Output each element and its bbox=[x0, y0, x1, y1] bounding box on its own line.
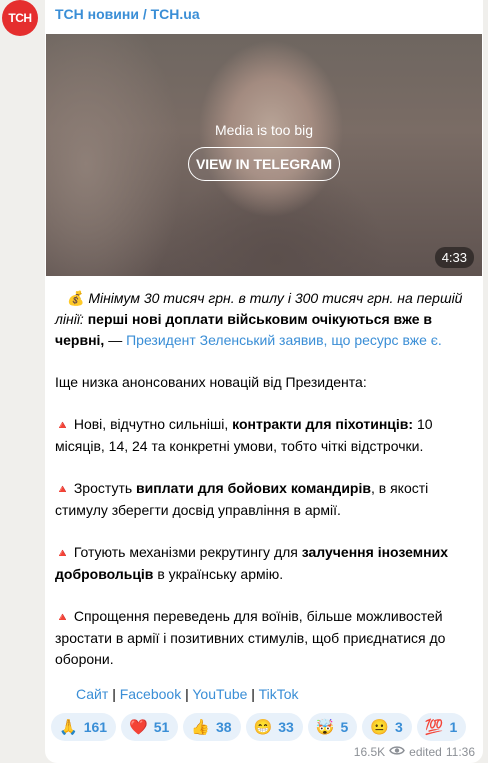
hundred-icon: 💯 bbox=[424, 719, 444, 736]
list-item: 🔺 Спрощення переведень для воїнів, більш… bbox=[55, 606, 473, 670]
thumbs-up-icon: 👍 bbox=[191, 719, 210, 736]
lead-paragraph: 💰 Мінімум 30 тисяч грн. в тилу і 300 тис… bbox=[55, 288, 473, 351]
item-bold: контракти для піхотинців: bbox=[232, 416, 414, 432]
view-in-telegram-button[interactable]: VIEW IN TELEGRAM bbox=[188, 147, 340, 181]
facebook-link[interactable]: Facebook bbox=[120, 686, 181, 702]
grin-icon: 😁 bbox=[253, 719, 273, 736]
youtube-link[interactable]: YouTube bbox=[192, 686, 247, 702]
reaction-mind-blown[interactable]: 🤯 5 bbox=[307, 713, 358, 741]
message-bubble: ТСН новини / TCH.ua Media is too big VIE… bbox=[45, 0, 483, 763]
social-links: Сайт | Facebook | YouTube | TikTok bbox=[76, 686, 299, 702]
item-text: Нові, відчутно сильніші, bbox=[73, 416, 229, 432]
mind-blown-icon: 🤯 bbox=[315, 719, 335, 736]
neutral-face-icon: 😐 bbox=[370, 719, 390, 736]
video-duration: 4:33 bbox=[434, 247, 474, 268]
red-triangle-icon: 🔺 bbox=[55, 546, 70, 560]
money-bag-icon: 💰 bbox=[67, 290, 85, 306]
item-bold: виплати для бойових командирів bbox=[136, 480, 371, 496]
video-preview[interactable]: Media is too big VIEW IN TELEGRAM 4:33 bbox=[46, 34, 482, 276]
red-triangle-icon: 🔺 bbox=[55, 482, 70, 496]
reaction-count: 1 bbox=[449, 719, 458, 735]
tiktok-link[interactable]: TikTok bbox=[259, 686, 299, 702]
dash: — bbox=[108, 332, 123, 348]
list-item: 🔺 Готують механізми рекрутингу для залуч… bbox=[55, 542, 473, 585]
message-time: 11:36 bbox=[445, 745, 475, 759]
site-link[interactable]: Сайт bbox=[76, 686, 108, 702]
message-text: 💰 Мінімум 30 тисяч грн. в тилу і 300 тис… bbox=[55, 288, 473, 670]
channel-avatar[interactable]: ТСН bbox=[2, 0, 38, 36]
media-notice: Media is too big bbox=[214, 122, 314, 138]
reaction-grin[interactable]: 😁 33 bbox=[245, 713, 303, 741]
intro-paragraph: Іще низка анонсованих новацій від Презид… bbox=[55, 374, 367, 390]
list-item: 🔺 Зростуть виплати для бойових командирі… bbox=[55, 478, 473, 521]
reaction-count: 38 bbox=[216, 719, 232, 735]
reaction-count: 5 bbox=[340, 719, 349, 735]
reaction-hundred[interactable]: 💯 1 bbox=[416, 713, 467, 741]
item-text: Спрощення переведень для воїнів, більше … bbox=[55, 608, 446, 667]
channel-name[interactable]: ТСН новини / TCH.ua bbox=[55, 6, 200, 22]
list-item: 🔺 Нові, відчутно сильніші, контракти для… bbox=[55, 414, 473, 457]
message-footer: 16.5K edited 11:36 bbox=[354, 745, 475, 759]
reaction-thumbs-up[interactable]: 👍 38 bbox=[183, 713, 241, 741]
lead-link[interactable]: Президент Зеленський заявив, що ресурс в… bbox=[126, 332, 442, 348]
reaction-heart[interactable]: ❤️ 51 bbox=[121, 713, 179, 741]
item-text: Готують механізми рекрутингу для bbox=[73, 544, 298, 560]
reaction-count: 161 bbox=[83, 719, 108, 735]
view-count: 16.5K bbox=[353, 745, 386, 759]
separator: | bbox=[185, 686, 189, 702]
separator: | bbox=[112, 686, 116, 702]
pray-icon: 🙏 bbox=[59, 719, 78, 736]
item-text: в українську армію. bbox=[157, 566, 284, 582]
red-triangle-icon: 🔺 bbox=[55, 418, 70, 432]
reactions-bar: 🙏 161 ❤️ 51 👍 38 😁 33 🤯 5 😐 3 💯 1 bbox=[51, 713, 467, 741]
eye-icon bbox=[389, 745, 406, 759]
item-text: Зростуть bbox=[73, 480, 133, 496]
reaction-count: 3 bbox=[395, 719, 403, 735]
reaction-neutral[interactable]: 😐 3 bbox=[362, 713, 412, 741]
reaction-count: 33 bbox=[278, 719, 294, 735]
reaction-count: 51 bbox=[153, 719, 170, 735]
heart-icon: ❤️ bbox=[129, 719, 148, 736]
separator: | bbox=[251, 686, 255, 702]
red-triangle-icon: 🔺 bbox=[55, 610, 70, 624]
edited-label: edited bbox=[409, 745, 442, 759]
reaction-pray[interactable]: 🙏 161 bbox=[51, 713, 117, 741]
